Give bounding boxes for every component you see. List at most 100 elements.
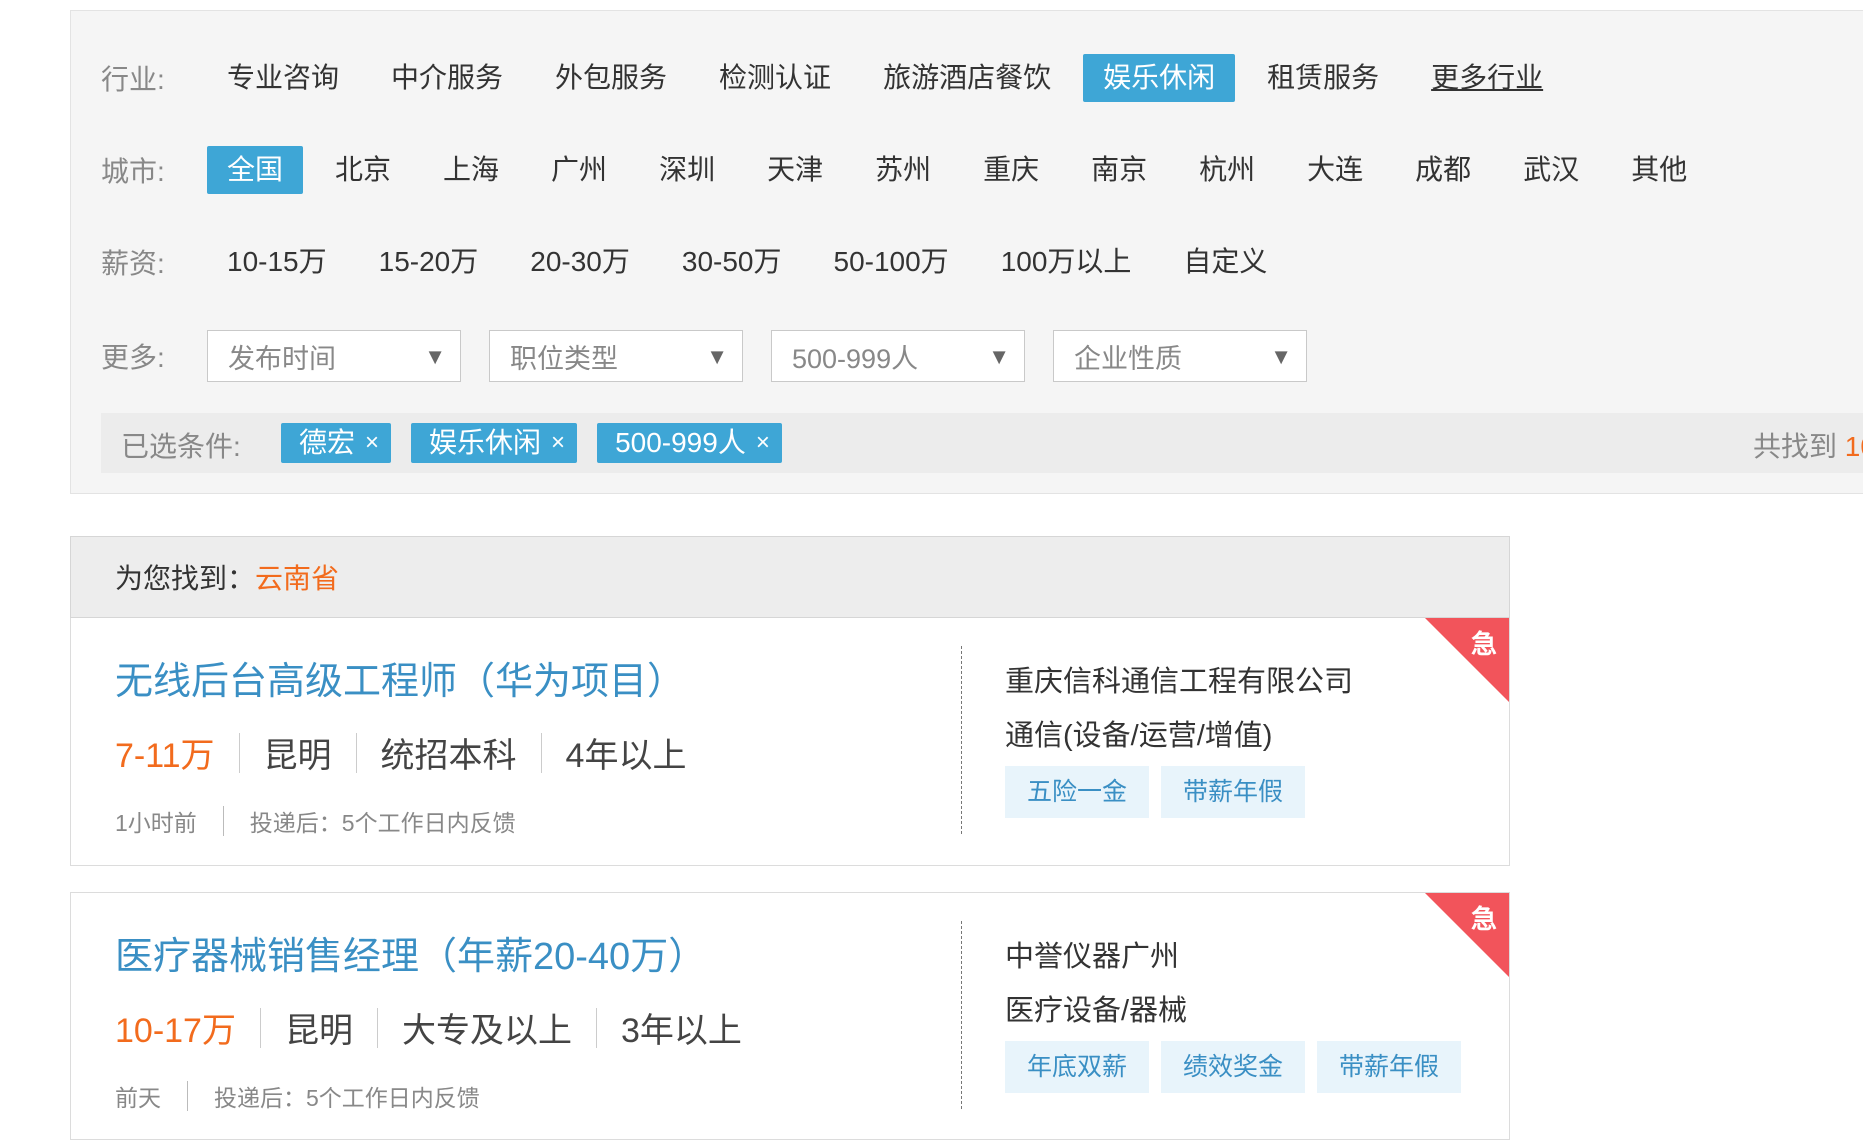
company-size-select-value: 500-999人 [792, 343, 919, 374]
results-count-number: 10 [1844, 431, 1863, 462]
caret-down-icon: ▼ [988, 344, 1010, 369]
salary-option[interactable]: 10-15万 [207, 238, 347, 286]
city-filter-label: 城市: [101, 156, 165, 187]
city-option[interactable]: 广州 [531, 146, 627, 194]
card-divider [961, 921, 962, 1109]
industry-option[interactable]: 租赁服务 [1247, 54, 1399, 102]
job-education: 大专及以上 [401, 1012, 572, 1050]
salary-filter-row: 薪资: 10-15万 15-20万 20-30万 30-50万 50-100万 … [71, 237, 1863, 287]
job-title-link[interactable]: 医疗器械销售经理（年薪20-40万） [115, 925, 706, 980]
benefit-tags: 年底双薪 绩效奖金 带薪年假 [1005, 1041, 1462, 1093]
company-size-select[interactable]: 500-999人 ▼ [771, 330, 1025, 382]
company-name-link[interactable]: 重庆信科通信工程有限公司 [1005, 658, 1353, 700]
job-salary: 10-17万 [115, 1012, 236, 1050]
more-filter-row: 更多: 发布时间 ▼ 职位类型 ▼ 500-999人 ▼ 企业性质 ▼ [71, 330, 1863, 382]
close-icon[interactable]: × [551, 423, 565, 463]
results-count-label: 共找到 [1753, 431, 1845, 462]
industry-filter-row: 行业: 专业咨询 中介服务 外包服务 检测认证 旅游酒店餐饮 娱乐休闲 租赁服务… [71, 53, 1863, 103]
city-option[interactable]: 成都 [1395, 146, 1491, 194]
meta-divider [259, 1007, 261, 1048]
job-city: 昆明 [263, 737, 332, 775]
job-card[interactable]: 医疗器械销售经理（年薪20-40万） 10-17万 昆明 大专及以上 3年以上 … [70, 892, 1510, 1140]
job-posted-time: 前天 [115, 1085, 161, 1111]
condition-chip[interactable]: 德宏 × [281, 423, 392, 463]
company-nature-select[interactable]: 企业性质 ▼ [1053, 330, 1307, 382]
benefit-tag: 带薪年假 [1317, 1041, 1462, 1093]
benefit-tag: 绩效奖金 [1161, 1041, 1306, 1093]
city-option[interactable]: 苏州 [855, 146, 951, 194]
results-header: 为您找到： 云南省 [70, 536, 1510, 618]
benefit-tag: 年底双薪 [1005, 1041, 1150, 1093]
salary-option[interactable]: 100万以上 [981, 238, 1152, 286]
benefit-tag: 带薪年假 [1161, 766, 1306, 818]
job-meta: 7-11万 昆明 统招本科 4年以上 [115, 728, 686, 777]
condition-chip[interactable]: 娱乐休闲 × [411, 423, 578, 463]
condition-chip-label: 德宏 [299, 427, 356, 458]
publish-time-select[interactable]: 发布时间 ▼ [207, 330, 461, 382]
city-option[interactable]: 武汉 [1503, 146, 1599, 194]
city-option-selected[interactable]: 全国 [207, 146, 304, 194]
urgent-label: 急 [1470, 904, 1497, 934]
job-experience: 3年以上 [620, 1012, 742, 1050]
salary-option[interactable]: 15-20万 [359, 238, 499, 286]
company-industry: 通信(设备/运营/增值) [1005, 720, 1273, 752]
job-title-link[interactable]: 无线后台高级工程师（华为项目） [115, 650, 685, 705]
meta-divider [238, 732, 240, 773]
city-option[interactable]: 上海 [423, 146, 519, 194]
results-region: 云南省 [255, 563, 340, 594]
meta-divider [595, 1007, 597, 1048]
company-industry: 医疗设备/器械 [1005, 995, 1188, 1027]
job-type-select[interactable]: 职位类型 ▼ [489, 330, 743, 382]
meta-divider [187, 1081, 188, 1111]
salary-option[interactable]: 50-100万 [814, 238, 969, 286]
condition-chip[interactable]: 500-999人 × [597, 423, 782, 463]
company-nature-select-value: 企业性质 [1074, 343, 1182, 374]
meta-divider [355, 732, 357, 773]
job-type-select-value: 职位类型 [510, 343, 618, 374]
job-sub-info: 前天 投递后：5个工作日内反馈 [115, 1079, 480, 1113]
job-education: 统招本科 [380, 737, 517, 775]
company-name-link[interactable]: 中誉仪器广州 [1005, 933, 1179, 975]
industry-option[interactable]: 旅游酒店餐饮 [863, 54, 1071, 102]
industry-option[interactable]: 检测认证 [699, 54, 851, 102]
results-count: 共找到 10 [1753, 425, 1863, 465]
industry-option[interactable]: 外包服务 [535, 54, 687, 102]
job-card[interactable]: 无线后台高级工程师（华为项目） 7-11万 昆明 统招本科 4年以上 1小时前 … [70, 618, 1510, 866]
industry-option[interactable]: 专业咨询 [207, 54, 359, 102]
city-option[interactable]: 深圳 [639, 146, 735, 194]
caret-down-icon: ▼ [1270, 344, 1292, 369]
urgent-badge: 急 [1425, 618, 1509, 702]
city-option[interactable]: 大连 [1287, 146, 1383, 194]
meta-divider [376, 1007, 378, 1048]
urgent-badge: 急 [1425, 893, 1509, 977]
city-option[interactable]: 南京 [1071, 146, 1167, 194]
salary-option[interactable]: 30-50万 [662, 238, 802, 286]
job-feedback: 投递后：5个工作日内反馈 [249, 810, 516, 836]
close-icon[interactable]: × [365, 423, 379, 463]
close-icon[interactable]: × [756, 423, 770, 463]
city-option[interactable]: 杭州 [1179, 146, 1275, 194]
results-header-label: 为您找到： [115, 563, 256, 594]
condition-chip-label: 娱乐休闲 [429, 427, 542, 458]
more-filter-label: 更多: [101, 342, 165, 373]
selected-conditions-bar: 已选条件: 德宏 × 娱乐休闲 × 500-999人 × 共找到 10 [101, 413, 1863, 473]
benefit-tag: 五险一金 [1005, 766, 1150, 818]
caret-down-icon: ▼ [706, 344, 728, 369]
city-option[interactable]: 其他 [1611, 146, 1707, 194]
job-sub-info: 1小时前 投递后：5个工作日内反馈 [115, 804, 516, 838]
city-option[interactable]: 北京 [315, 146, 411, 194]
publish-time-select-value: 发布时间 [228, 343, 336, 374]
more-industries-link[interactable]: 更多行业 [1411, 54, 1563, 102]
city-option[interactable]: 重庆 [963, 146, 1059, 194]
salary-option[interactable]: 20-30万 [510, 238, 650, 286]
selected-conditions-label: 已选条件: [121, 431, 241, 462]
city-filter-row: 城市: 全国 北京 上海 广州 深圳 天津 苏州 重庆 南京 杭州 大连 成都 … [71, 145, 1863, 195]
condition-chip-label: 500-999人 [615, 427, 746, 458]
industry-option[interactable]: 中介服务 [371, 54, 523, 102]
city-option[interactable]: 天津 [747, 146, 843, 194]
meta-divider [222, 806, 224, 836]
filter-panel: 行业: 专业咨询 中介服务 外包服务 检测认证 旅游酒店餐饮 娱乐休闲 租赁服务… [70, 10, 1863, 494]
industry-option-selected[interactable]: 娱乐休闲 [1083, 54, 1236, 102]
industry-filter-label: 行业: [101, 64, 165, 95]
salary-option-custom[interactable]: 自定义 [1163, 238, 1287, 286]
